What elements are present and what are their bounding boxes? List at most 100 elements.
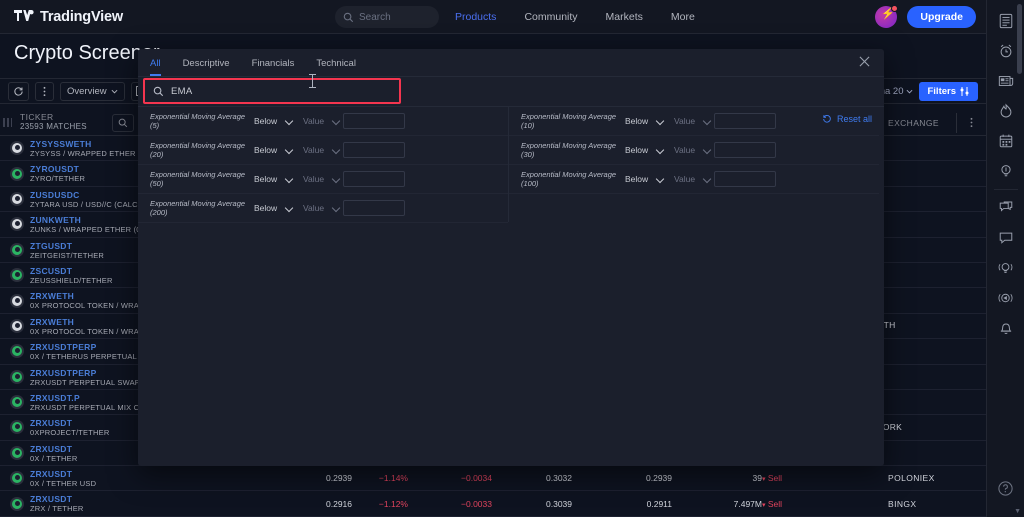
ticker-header-label: TICKER [20, 112, 54, 122]
ticker-search-button[interactable] [112, 114, 134, 132]
ticker-symbol[interactable]: ZRXUSDT.P [30, 393, 80, 403]
news-icon[interactable] [991, 66, 1021, 96]
ideas-bulb-icon[interactable] [991, 156, 1021, 186]
tab-financials[interactable]: Financials [252, 50, 295, 76]
filter-operator-dropdown[interactable]: Below [254, 145, 293, 155]
nav-link-more[interactable]: More [671, 11, 695, 23]
calendar-icon[interactable] [991, 126, 1021, 156]
chevron-down-icon [657, 176, 664, 183]
hotlist-icon[interactable] [991, 96, 1021, 126]
filter-value-dropdown[interactable]: Value [674, 116, 711, 126]
tab-technical[interactable]: Technical [316, 50, 356, 76]
ticker-column-header[interactable]: TICKER 23593 MATCHES [20, 112, 87, 131]
ticker-symbol[interactable]: ZRXUSDT [30, 444, 72, 454]
filter-value-input[interactable] [343, 200, 405, 216]
table-row[interactable]: ZRXUSDT ZRX / TETHER 0.2916 −1.12% −0.0033 0.… [0, 491, 986, 517]
filter-operator-dropdown[interactable]: Below [254, 174, 293, 184]
notifications-bell-icon[interactable] [991, 313, 1021, 343]
page-scrollbar[interactable] [1017, 4, 1022, 74]
exchange-column-header[interactable]: EXCHANGE [888, 118, 939, 128]
filter-operator-dropdown[interactable]: Below [625, 174, 664, 184]
refresh-button[interactable] [8, 81, 29, 101]
filter-value-input[interactable] [714, 113, 776, 129]
filter-value-dropdown[interactable]: Value [303, 203, 340, 213]
match-count: 23593 MATCHES [20, 122, 87, 131]
filters-label: Filters [927, 85, 956, 97]
scroll-down-arrow-icon[interactable]: ▼ [1014, 508, 1021, 515]
data-cell: −1.14% [378, 473, 408, 484]
coin-logo-icon [10, 141, 24, 156]
chat-icon[interactable] [991, 223, 1021, 253]
filter-row: Exponential Moving Average (200) Below Valu… [138, 194, 508, 223]
ticker-symbol[interactable]: ZUNKWETH [30, 215, 81, 225]
chats-icon[interactable] [991, 193, 1021, 223]
coin-logo-icon [10, 420, 24, 435]
filter-value-input[interactable] [714, 142, 776, 158]
close-icon[interactable] [859, 56, 870, 67]
ticker-symbol[interactable]: ZUSDUSDC [30, 190, 80, 200]
ticker-symbol[interactable]: ZYROUSDT [30, 164, 79, 174]
filter-operator-dropdown[interactable]: Below [254, 116, 293, 126]
nav-link-markets[interactable]: Markets [606, 11, 643, 23]
filter-value-dropdown[interactable]: Value [303, 116, 340, 126]
filter-value-input[interactable] [343, 113, 405, 129]
watchlist-icon[interactable] [991, 6, 1021, 36]
filter-search-input[interactable]: EMA [143, 78, 401, 104]
tradingview-logo[interactable]: TradingView [14, 9, 123, 25]
nav-link-products[interactable]: Products [455, 11, 496, 23]
stream-icon[interactable] [991, 283, 1021, 313]
tab-descriptive[interactable]: Descriptive [183, 50, 230, 76]
drag-handle-icon[interactable] [3, 118, 12, 127]
ticker-symbol[interactable]: ZRXUSDTPERP [30, 342, 97, 352]
modal-search-row: EMA Reset all [138, 77, 884, 124]
filter-value-label: Value [674, 174, 696, 184]
filter-operator-dropdown[interactable]: Below [254, 203, 293, 213]
ticker-symbol[interactable]: ZSCUSDT [30, 266, 72, 276]
upgrade-button[interactable]: Upgrade [907, 6, 976, 28]
primary-nav-links: Products Community Markets More [455, 0, 695, 34]
avatar[interactable]: ⚡ [875, 5, 899, 28]
ticker-symbol[interactable]: ZRXWETH [30, 291, 74, 301]
tab-all[interactable]: All [150, 50, 161, 76]
filter-operator-label: Below [625, 174, 649, 184]
coin-logo-icon [10, 318, 24, 333]
chevron-down-icon [657, 147, 664, 154]
brand-name: TradingView [40, 8, 123, 25]
filter-value-input[interactable] [714, 171, 776, 187]
ticker-symbol[interactable]: ZYSYSSWETH [30, 139, 92, 149]
help-icon[interactable] [991, 473, 1021, 503]
filter-value-input[interactable] [343, 142, 405, 158]
global-search-input[interactable]: Search [335, 6, 439, 28]
data-cell: 7.497M [733, 498, 762, 509]
filter-value-input[interactable] [343, 171, 405, 187]
ticker-symbol[interactable]: ZTGUSDT [30, 241, 72, 251]
nav-right-group: ⚡ Upgrade [875, 0, 976, 34]
search-icon [343, 12, 354, 23]
broadcast-bulb-icon[interactable] [991, 253, 1021, 283]
filter-value-dropdown[interactable]: Value [303, 145, 340, 155]
table-row[interactable]: ZRXUSDT 0X / TETHER USD 0.2939 −1.14% −0.003… [0, 466, 986, 492]
filter-name-label: Exponential Moving Average (10) [521, 112, 617, 131]
ticker-description: ZYRO/TETHER [30, 174, 86, 184]
filters-button[interactable]: Filters [919, 81, 978, 101]
ticker-symbol[interactable]: ZRXUSDTPERP [30, 368, 97, 378]
filter-value-dropdown[interactable]: Value [303, 174, 340, 184]
filter-value-dropdown[interactable]: Value [674, 145, 711, 155]
filter-operator-dropdown[interactable]: Below [625, 116, 664, 126]
alarm-clock-icon[interactable] [991, 36, 1021, 66]
ticker-symbol[interactable]: ZRXUSDT [30, 469, 72, 479]
coin-logo-icon [10, 268, 24, 283]
preset-dropdown[interactable]: Overview [60, 81, 125, 101]
tradingview-logo-icon [14, 9, 34, 24]
toolbar-more-button[interactable] [35, 81, 54, 101]
filter-results-body: Exponential Moving Average (5) Below Value E… [138, 107, 884, 465]
more-vertical-icon [43, 86, 46, 97]
column-menu-button[interactable] [970, 117, 973, 128]
ticker-symbol[interactable]: ZRXUSDT [30, 494, 72, 504]
header-divider [956, 113, 957, 133]
ticker-symbol[interactable]: ZRXWETH [30, 317, 74, 327]
ticker-symbol[interactable]: ZRXUSDT [30, 418, 72, 428]
filter-operator-dropdown[interactable]: Below [625, 145, 664, 155]
filter-value-dropdown[interactable]: Value [674, 174, 711, 184]
nav-link-community[interactable]: Community [524, 11, 577, 23]
